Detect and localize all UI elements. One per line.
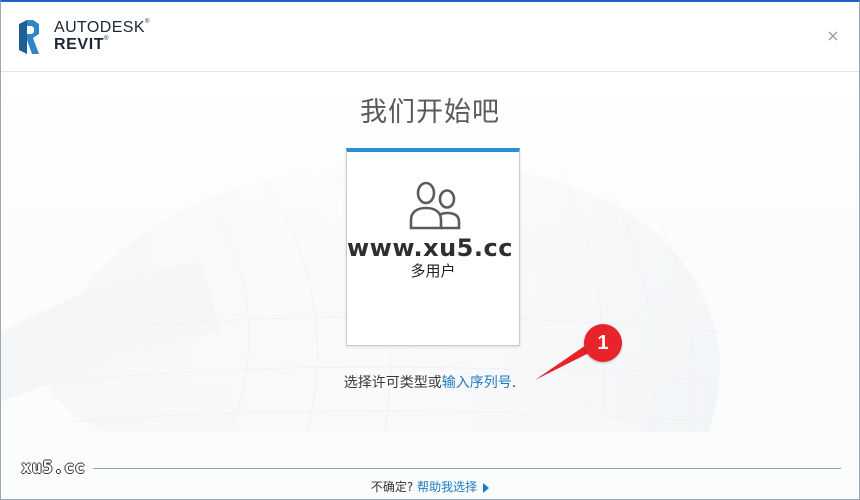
users-icon (409, 181, 461, 230)
close-icon[interactable]: × (825, 28, 841, 44)
help-footer: 不确定? 帮助我选择 (1, 478, 859, 495)
revit-start-dialog: AUTODESK® REVIT® × 我们开始吧 多用户 www.xu5.cc … (0, 0, 860, 500)
brand-autodesk: AUTODESK® (54, 19, 150, 36)
help-question: 不确定? (370, 480, 414, 494)
footer-divider (93, 468, 841, 469)
annotation-badge: 1 (584, 324, 622, 362)
dialog-header: AUTODESK® REVIT® × (1, 2, 859, 72)
play-arrow-icon[interactable] (483, 482, 490, 493)
license-prompt-text: 选择许可类型或 (343, 375, 442, 391)
help-me-choose-link[interactable]: 帮助我选择 (417, 480, 477, 494)
revit-logo-icon (19, 20, 39, 54)
enter-serial-number-link[interactable]: 输入序列号 (442, 375, 512, 391)
page-title: 我们开始吧 (360, 97, 500, 128)
card-label: 多用户 (410, 262, 456, 280)
watermark-text: www.xu5.cc (347, 234, 513, 262)
corner-watermark: xu5.cc (21, 458, 86, 478)
brand-revit: REVIT® (54, 36, 110, 53)
main-content: 我们开始吧 多用户 www.xu5.cc 选择许可类型或输入序列号. 1 xu5… (1, 72, 859, 499)
license-prompt-period: . (511, 375, 517, 391)
license-prompt: 选择许可类型或输入序列号. (1, 372, 859, 392)
